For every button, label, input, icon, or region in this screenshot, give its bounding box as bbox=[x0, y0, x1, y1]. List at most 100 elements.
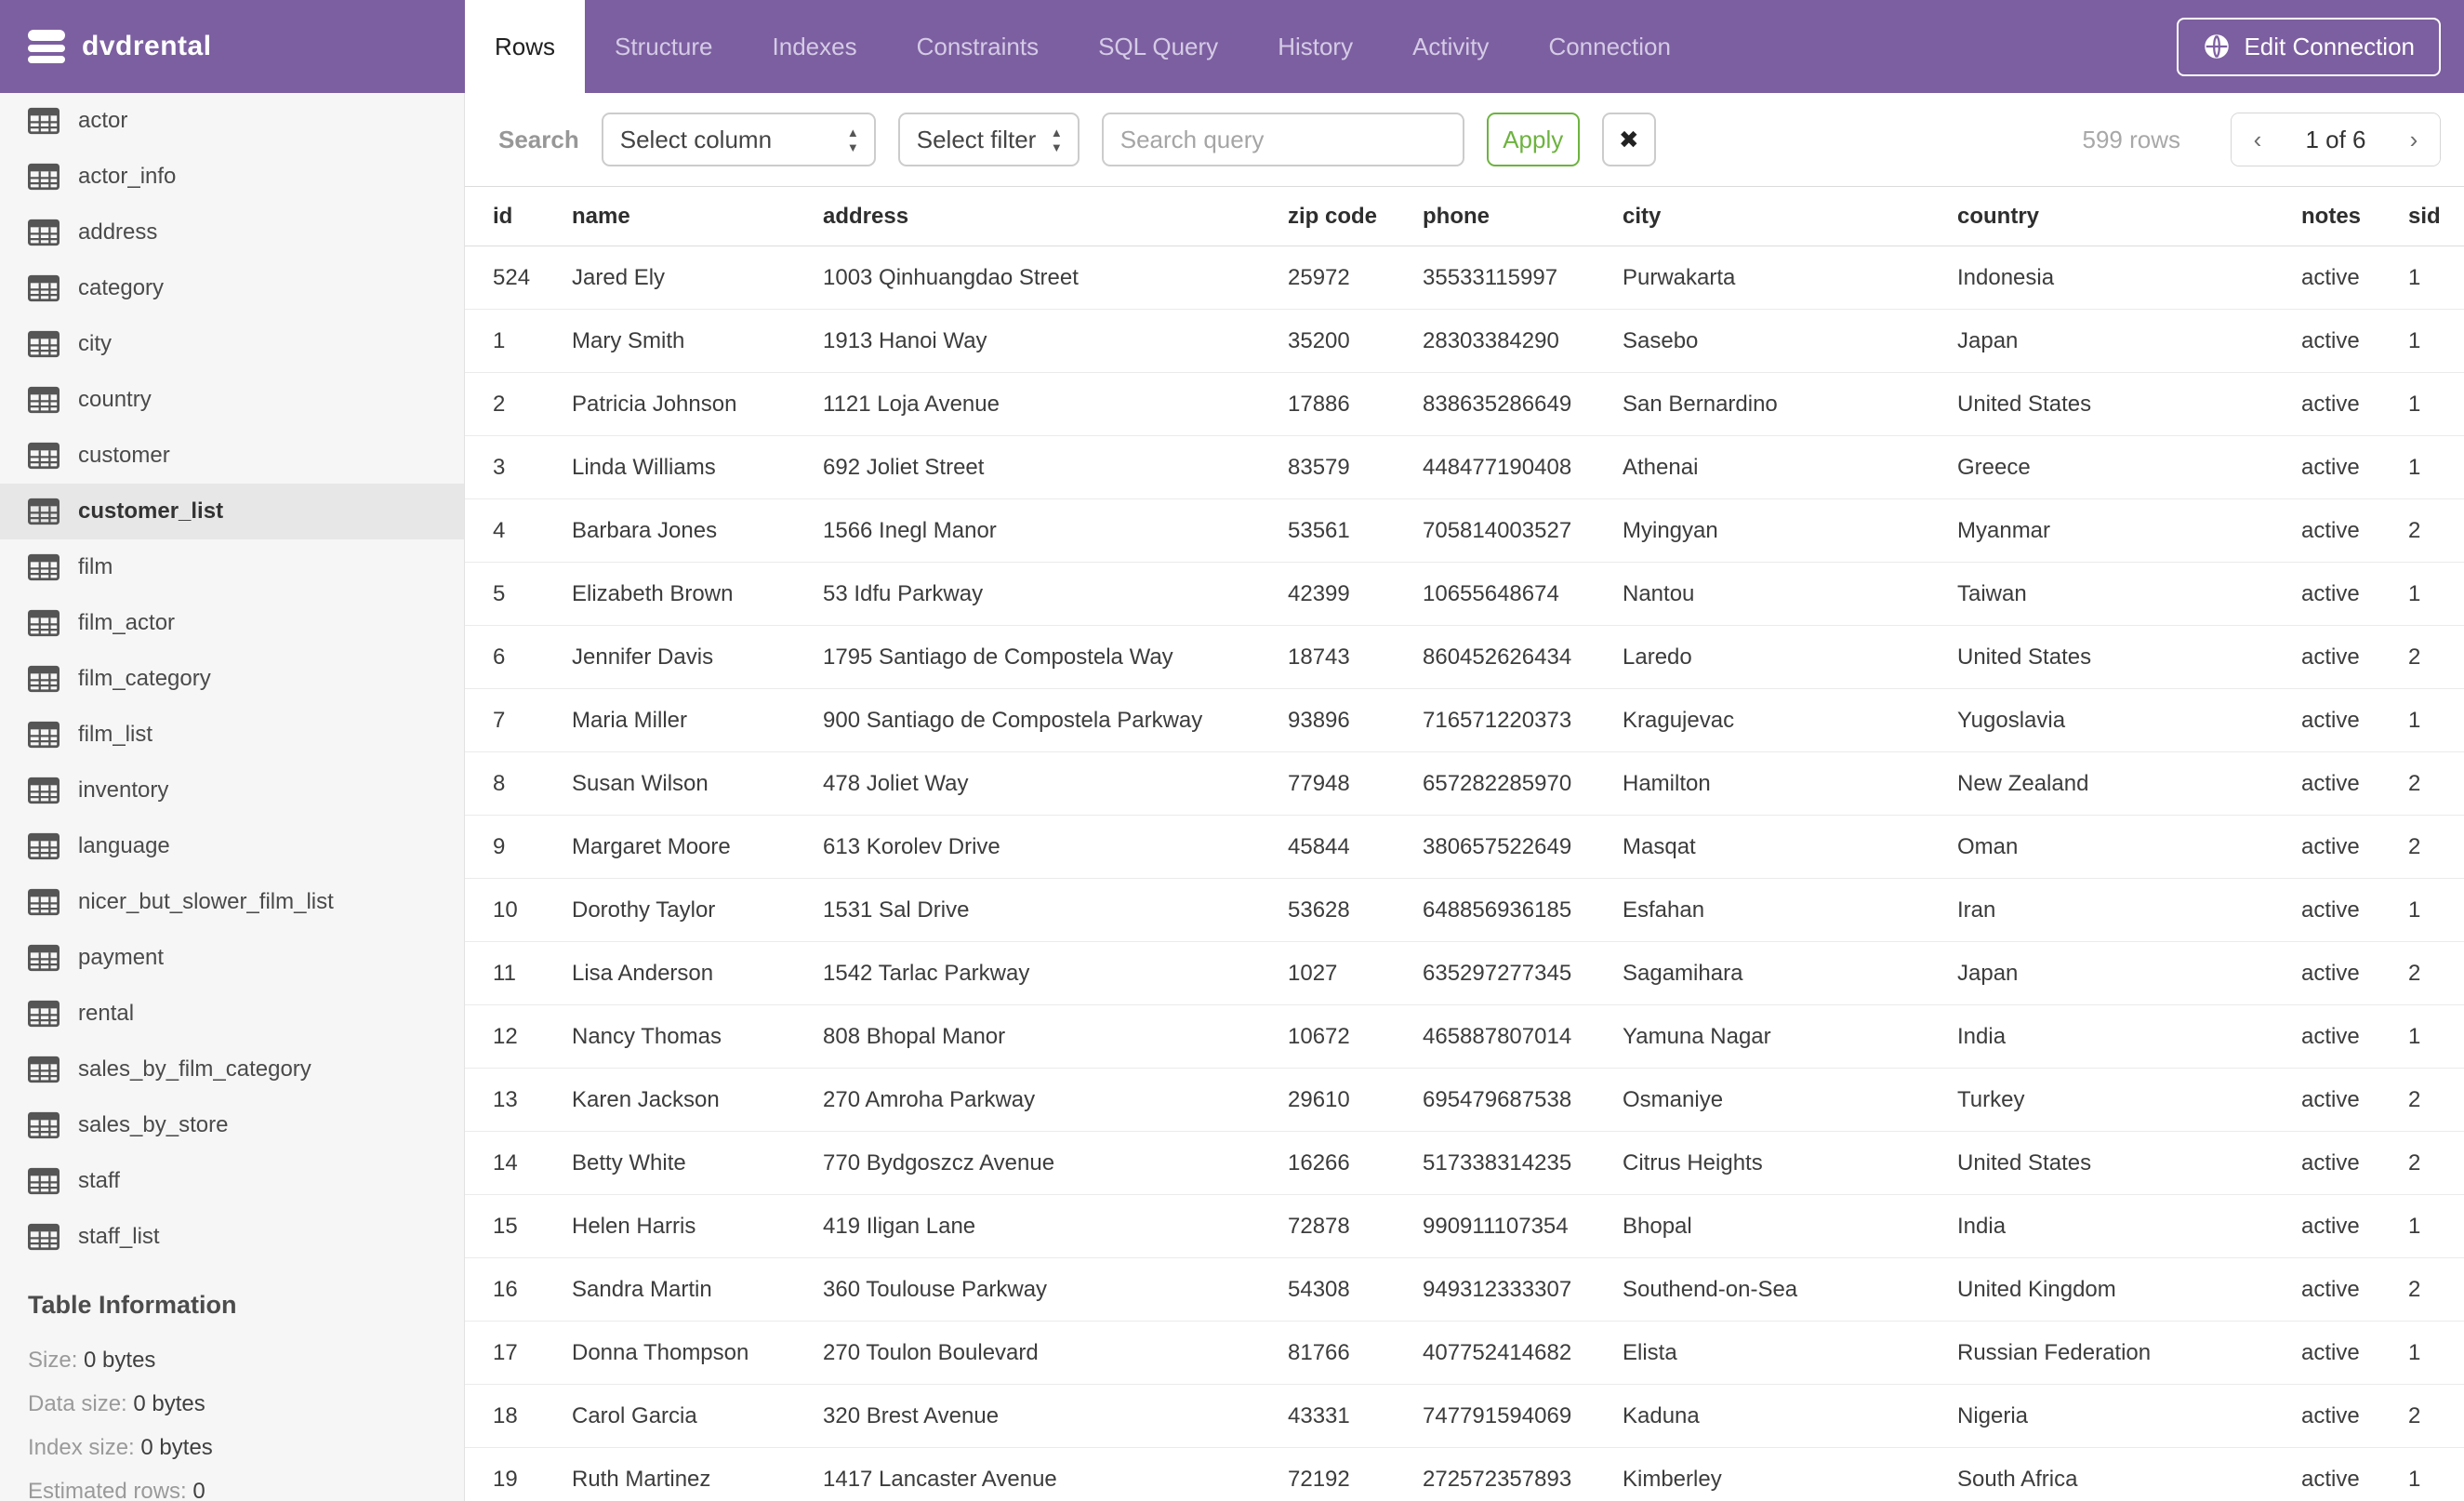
cell: 29610 bbox=[1260, 1068, 1395, 1132]
table-row[interactable]: 5 Elizabeth Brown 53 Idfu Parkway 42399 1065… bbox=[465, 562, 2464, 626]
previous-page-button[interactable]: ‹ bbox=[2232, 113, 2284, 166]
filter-select[interactable]: Select filter ▲ ▼ bbox=[897, 113, 1080, 166]
column-header-address[interactable]: address bbox=[795, 186, 1260, 246]
table-row[interactable]: 17 Donna Thompson 270 Toulon Boulevard 8176… bbox=[465, 1321, 2464, 1385]
sidebar-item-staff[interactable]: staff bbox=[0, 1153, 464, 1209]
cell: 2 bbox=[2380, 498, 2464, 563]
sidebar-item-category[interactable]: category bbox=[0, 260, 464, 316]
sidebar-item-actor-info[interactable]: actor_info bbox=[0, 149, 464, 205]
cell: 15 bbox=[465, 1194, 544, 1258]
column-select[interactable]: Select column ▲ ▼ bbox=[601, 113, 876, 166]
cell: active bbox=[2273, 1131, 2380, 1195]
tab-history[interactable]: History bbox=[1248, 0, 1383, 93]
info-label: Data size: bbox=[28, 1391, 127, 1416]
sidebar-item-film-list[interactable]: film_list bbox=[0, 707, 464, 763]
sidebar-item-inventory[interactable]: inventory bbox=[0, 763, 464, 818]
cell: Masqat bbox=[1595, 815, 1929, 879]
cell: Hamilton bbox=[1595, 751, 1929, 816]
cell: 6 bbox=[465, 625, 544, 689]
sidebar-item-label: customer_list bbox=[78, 498, 224, 524]
sidebar-item-customer[interactable]: customer bbox=[0, 428, 464, 484]
table-row[interactable]: 524 Jared Ely 1003 Qinhuangdao Street 25972… bbox=[465, 246, 2464, 310]
main-panel: Search Select column ▲ ▼ Select filter ▲ ▼… bbox=[465, 93, 2464, 1501]
sidebar-item-country[interactable]: country bbox=[0, 372, 464, 428]
cell: Barbara Jones bbox=[544, 498, 795, 563]
column-header-notes[interactable]: notes bbox=[2273, 186, 2380, 246]
table-icon bbox=[28, 163, 60, 191]
table-row[interactable]: 4 Barbara Jones 1566 Inegl Manor 53561 70581… bbox=[465, 498, 2464, 563]
cell: 2 bbox=[2380, 941, 2464, 1005]
cell: Citrus Heights bbox=[1595, 1131, 1929, 1195]
sidebar-item-film-category[interactable]: film_category bbox=[0, 651, 464, 707]
cell: 1 bbox=[2380, 372, 2464, 436]
column-header-zip-code[interactable]: zip code bbox=[1260, 186, 1395, 246]
cell: active bbox=[2273, 1321, 2380, 1385]
tab-rows[interactable]: Rows bbox=[465, 0, 586, 93]
tab-connection[interactable]: Connection bbox=[1518, 0, 1701, 93]
clear-search-button[interactable]: ✖ bbox=[1601, 113, 1656, 166]
table-row[interactable]: 6 Jennifer Davis 1795 Santiago de Composte… bbox=[465, 625, 2464, 689]
cell: 360 Toulouse Parkway bbox=[795, 1257, 1260, 1322]
cell: 3 bbox=[465, 435, 544, 499]
table-row[interactable]: 11 Lisa Anderson 1542 Tarlac Parkway 1027 63… bbox=[465, 941, 2464, 1005]
tab-structure[interactable]: Structure bbox=[585, 0, 743, 93]
sidebar-item-rental[interactable]: rental bbox=[0, 986, 464, 1042]
tab-constraints[interactable]: Constraints bbox=[887, 0, 1069, 93]
table-row[interactable]: 1 Mary Smith 1913 Hanoi Way 35200 2830338429… bbox=[465, 309, 2464, 373]
sidebar-item-payment[interactable]: payment bbox=[0, 930, 464, 986]
column-header-city[interactable]: city bbox=[1595, 186, 1929, 246]
info-value: 0 bytes bbox=[84, 1348, 156, 1373]
table-row[interactable]: 9 Margaret Moore 613 Korolev Drive 45844 380… bbox=[465, 815, 2464, 879]
sidebar-item-language[interactable]: language bbox=[0, 818, 464, 874]
table-row[interactable]: 16 Sandra Martin 360 Toulouse Parkway 54308… bbox=[465, 1257, 2464, 1322]
tab-sql-query[interactable]: SQL Query bbox=[1068, 0, 1248, 93]
table-row[interactable]: 3 Linda Williams 692 Joliet Street 83579 448… bbox=[465, 435, 2464, 499]
cell: Turkey bbox=[1929, 1068, 2273, 1132]
table-row[interactable]: 7 Maria Miller 900 Santiago de Compostela … bbox=[465, 688, 2464, 752]
table-row[interactable]: 10 Dorothy Taylor 1531 Sal Drive 53628 64885… bbox=[465, 878, 2464, 942]
table-row[interactable]: 13 Karen Jackson 270 Amroha Parkway 29610 69… bbox=[465, 1068, 2464, 1132]
sidebar-item-sales-by-film-category[interactable]: sales_by_film_category bbox=[0, 1042, 464, 1097]
column-header-country[interactable]: country bbox=[1929, 186, 2273, 246]
cell: Susan Wilson bbox=[544, 751, 795, 816]
sidebar-item-customer-list[interactable]: customer_list bbox=[0, 484, 464, 539]
sidebar-item-film[interactable]: film bbox=[0, 539, 464, 595]
sidebar-item-actor[interactable]: actor bbox=[0, 93, 464, 149]
sidebar-item-film-actor[interactable]: film_actor bbox=[0, 595, 464, 651]
table-row[interactable]: 14 Betty White 770 Bydgoszcz Avenue 16266 51… bbox=[465, 1131, 2464, 1195]
sidebar-item-city[interactable]: city bbox=[0, 316, 464, 372]
column-header-name[interactable]: name bbox=[544, 186, 795, 246]
cell: 1 bbox=[2380, 688, 2464, 752]
search-query-input[interactable] bbox=[1101, 113, 1464, 166]
search-label: Search bbox=[498, 125, 579, 153]
table-icon bbox=[28, 888, 60, 916]
cell: 93896 bbox=[1260, 688, 1395, 752]
sidebar-item-sales-by-store[interactable]: sales_by_store bbox=[0, 1097, 464, 1153]
cell: United States bbox=[1929, 372, 2273, 436]
table-row[interactable]: 8 Susan Wilson 478 Joliet Way 77948 65728228… bbox=[465, 751, 2464, 816]
edit-connection-button[interactable]: Edit Connection bbox=[2177, 17, 2441, 76]
cell: San Bernardino bbox=[1595, 372, 1929, 436]
column-header-sid[interactable]: sid bbox=[2380, 186, 2464, 246]
cell: 1 bbox=[2380, 1194, 2464, 1258]
column-header-id[interactable]: id bbox=[465, 186, 544, 246]
sidebar-item-staff-list[interactable]: staff_list bbox=[0, 1209, 464, 1265]
table-icon bbox=[28, 1056, 60, 1083]
apply-button[interactable]: Apply bbox=[1486, 113, 1580, 166]
column-header-phone[interactable]: phone bbox=[1395, 186, 1595, 246]
table-icon bbox=[28, 498, 60, 525]
table-row[interactable]: 15 Helen Harris 419 Iligan Lane 72878 990911… bbox=[465, 1194, 2464, 1258]
table-row[interactable]: 18 Carol Garcia 320 Brest Avenue 43331 74779… bbox=[465, 1384, 2464, 1448]
cell: 860452626434 bbox=[1395, 625, 1595, 689]
tab-label: History bbox=[1278, 32, 1354, 60]
tab-indexes[interactable]: Indexes bbox=[743, 0, 887, 93]
table-row[interactable]: 19 Ruth Martinez 1417 Lancaster Avenue 7219… bbox=[465, 1447, 2464, 1501]
table-row[interactable]: 2 Patricia Johnson 1121 Loja Avenue 17886 83… bbox=[465, 372, 2464, 436]
tab-activity[interactable]: Activity bbox=[1383, 0, 1518, 93]
data-table: id name address zip code phone city country not… bbox=[465, 186, 2464, 1501]
sidebar-item-address[interactable]: address bbox=[0, 205, 464, 260]
cell: Carol Garcia bbox=[544, 1384, 795, 1448]
sidebar-item-nicer-but-slower-film-list[interactable]: nicer_but_slower_film_list bbox=[0, 874, 464, 930]
next-page-button[interactable]: › bbox=[2388, 113, 2440, 166]
table-row[interactable]: 12 Nancy Thomas 808 Bhopal Manor 10672 46588… bbox=[465, 1004, 2464, 1069]
